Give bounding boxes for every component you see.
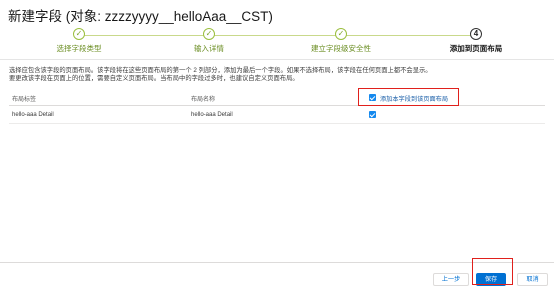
save-button[interactable]: 保存: [476, 273, 506, 286]
wizard-step-label: 输入详情: [194, 44, 224, 53]
row-layout-checkbox[interactable]: [369, 111, 376, 118]
check-icon: ✓: [73, 28, 85, 40]
page-title: 新建字段 (对象: zzzzyyyy__helloAaa__CST): [8, 9, 273, 24]
wizard-step-1: ✓ 选择字段类型: [24, 28, 134, 54]
wizard-step-3: ✓ 建立字段级安全性: [286, 28, 396, 54]
add-all-label[interactable]: 添加本字段到该页面布局: [380, 94, 448, 103]
previous-button[interactable]: 上一步: [433, 273, 469, 286]
check-icon: ✓: [203, 28, 215, 40]
wizard-step-4: 4 添加到页面布局: [421, 28, 531, 54]
column-header-layout-label: 布局标签: [12, 97, 37, 103]
wizard-step-label: 选择字段类型: [56, 44, 102, 53]
page-header: 新建字段 (对象: zzzzyyyy__helloAaa__CST): [0, 0, 554, 26]
row-layout-label: hello-aaa Detail: [12, 112, 54, 118]
wizard-step-label-current: 添加到页面布局: [449, 44, 503, 53]
instructions-line-2: 要更改该字段在页面上的位置，需要自定义页面布局。当布局中的字段过多时，也建议自定…: [9, 75, 299, 83]
table-header: 布局标签 布局名称 添加本字段到该页面布局: [9, 88, 545, 106]
page-layout-table: 布局标签 布局名称 添加本字段到该页面布局 hello-aaa Detail h…: [9, 88, 545, 124]
add-all-checkbox[interactable]: [369, 94, 376, 101]
instructions: 选择应包含该字段的页面布局。该字段将在这些页面布局的第一个 2 列部分，添加为最…: [9, 67, 549, 84]
wizard-step-2: ✓ 输入详情: [154, 28, 264, 54]
wizard-progress: ✓ 选择字段类型 ✓ 输入详情 ✓ 建立字段级安全性 4 添加到页面布局: [0, 26, 554, 60]
wizard-track: [79, 35, 471, 36]
column-header-layout-name: 布局名称: [191, 97, 216, 103]
table-row: hello-aaa Detail hello-aaa Detail: [9, 106, 545, 124]
footer-bar: 上一步 保存 取消: [0, 262, 554, 287]
row-layout-name[interactable]: hello-aaa Detail: [191, 112, 233, 118]
wizard-step-label: 建立字段级安全性: [311, 44, 371, 53]
cancel-button[interactable]: 取消: [517, 273, 548, 286]
check-icon: ✓: [335, 28, 347, 40]
step-number: 4: [470, 28, 482, 40]
